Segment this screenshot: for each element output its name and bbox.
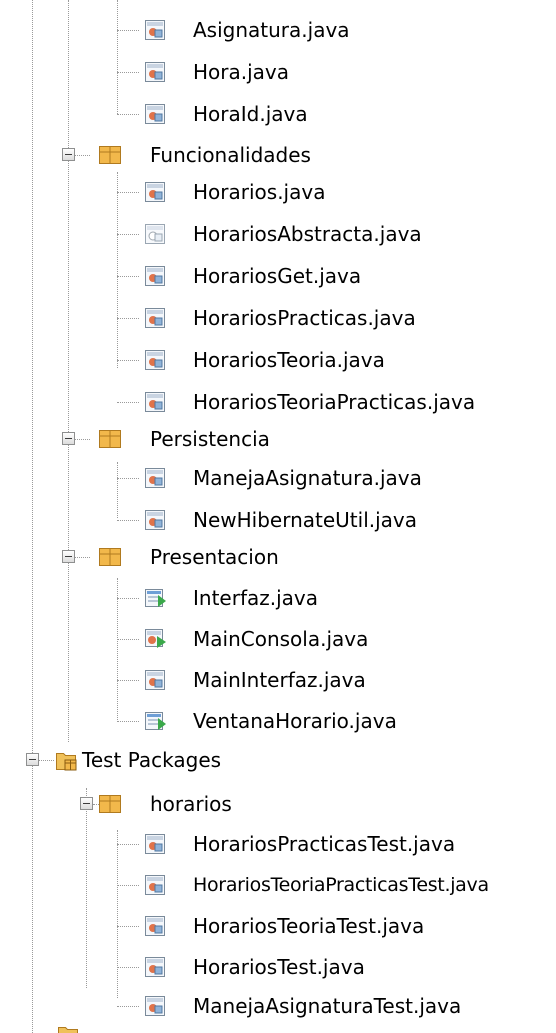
java-main-class-icon: [143, 627, 167, 651]
collapse-toggle[interactable]: [62, 432, 75, 445]
tree-item-label: MainInterfaz.java: [193, 668, 366, 692]
tree-item-label: Persistencia: [150, 427, 270, 451]
java-class-icon: [143, 18, 167, 42]
java-class-icon: [143, 60, 167, 84]
partial-folder-icon: [56, 1024, 80, 1033]
tree-item-label: HorariosTest.java: [193, 955, 365, 979]
test-packages-icon: [54, 748, 78, 772]
tree-item-persistencia[interactable]: Persistencia: [60, 421, 360, 457]
tree-item-label: Funcionalidades: [150, 143, 311, 167]
tree-item-label: ManejaAsignatura.java: [193, 466, 422, 490]
tree-item-horarios-package[interactable]: horarios: [78, 786, 378, 822]
java-class-icon: [143, 102, 167, 126]
tree-item-horarios-practicas-test[interactable]: HorariosPracticasTest.java: [117, 826, 497, 862]
collapse-toggle[interactable]: [62, 550, 75, 563]
tree-item-label: HorariosAbstracta.java: [193, 222, 422, 246]
tree-item-label: HorariosPracticasTest.java: [193, 832, 456, 856]
tree-item-horarios-teoria-test[interactable]: HorariosTeoriaTest.java: [117, 908, 497, 944]
tree-item-label: HorariosTeoriaTest.java: [193, 914, 425, 938]
tree-item-horarios-get[interactable]: HorariosGet.java: [117, 258, 417, 294]
tree-item-label: Horarios.java: [193, 180, 326, 204]
tree-item-maneja-asignatura-test[interactable]: ManejaAsignaturaTest.java: [117, 988, 497, 1024]
tree-item-presentacion[interactable]: Presentacion: [60, 539, 360, 575]
tree-item-horarios-practicas[interactable]: HorariosPracticas.java: [117, 300, 457, 336]
java-class-icon: [143, 832, 167, 856]
java-class-icon: [143, 955, 167, 979]
tree-item-label: NewHibernateUtil.java: [193, 508, 418, 532]
java-class-icon: [143, 994, 167, 1018]
java-form-icon: [143, 586, 167, 610]
java-class-icon: [143, 348, 167, 372]
tree-item-maneja-asignatura[interactable]: ManejaAsignatura.java: [117, 460, 457, 496]
tree-item-label: horarios: [150, 792, 232, 816]
java-class-icon: [143, 466, 167, 490]
java-class-icon: [143, 180, 167, 204]
java-form-icon: [143, 709, 167, 733]
package-icon: [98, 143, 122, 167]
tree-item-horarios-teoria[interactable]: HorariosTeoria.java: [117, 342, 457, 378]
collapse-toggle[interactable]: [26, 753, 39, 766]
tree-item-label: HorariosTeoriaPracticas.java: [193, 390, 476, 414]
project-tree: Asignatura.java Hora.java HoraId.java Fu…: [0, 0, 556, 1033]
java-abstract-class-icon: [143, 222, 167, 246]
tree-item-horarios-java[interactable]: Horarios.java: [117, 174, 417, 210]
tree-item-label: MainConsola.java: [193, 627, 369, 651]
tree-guide-line: [32, 0, 33, 1033]
tree-item-new-hibernate-util[interactable]: NewHibernateUtil.java: [117, 502, 457, 538]
java-class-icon: [143, 508, 167, 532]
tree-item-label: Test Packages: [82, 748, 222, 772]
tree-item-horarios-teoria-practicas-test[interactable]: HorariosTeoriaPracticasTest.java: [117, 867, 556, 903]
tree-item-horarios-test[interactable]: HorariosTest.java: [117, 949, 497, 985]
java-class-icon: [143, 668, 167, 692]
tree-item-main-consola[interactable]: MainConsola.java: [117, 621, 417, 657]
tree-guide-line: [68, 0, 69, 742]
java-class-icon: [143, 390, 167, 414]
tree-item-test-packages[interactable]: Test Packages: [24, 742, 324, 778]
java-class-icon: [143, 873, 167, 897]
java-class-icon: [143, 264, 167, 288]
tree-guide-line: [32, 1018, 33, 1033]
tree-item-label: Presentacion: [150, 545, 279, 569]
tree-item-horarios-abstracta[interactable]: HorariosAbstracta.java: [117, 216, 457, 252]
tree-item-main-interfaz[interactable]: MainInterfaz.java: [117, 662, 417, 698]
tree-item-ventana-horario[interactable]: VentanaHorario.java: [117, 703, 457, 739]
java-class-icon: [143, 306, 167, 330]
tree-item-label: HorariosPracticas.java: [193, 306, 416, 330]
tree-item-horarios-teoria-practicas[interactable]: HorariosTeoriaPracticas.java: [117, 384, 517, 420]
tree-item-funcionalidades[interactable]: Funcionalidades: [60, 137, 360, 173]
package-icon: [98, 792, 122, 816]
package-icon: [98, 427, 122, 451]
tree-item-asignatura[interactable]: Asignatura.java: [117, 12, 417, 48]
tree-item-label: HoraId.java: [193, 102, 308, 126]
collapse-toggle[interactable]: [62, 148, 75, 161]
tree-item-label: Asignatura.java: [193, 18, 350, 42]
tree-item-label: Hora.java: [193, 60, 290, 84]
package-icon: [98, 545, 122, 569]
tree-item-hora[interactable]: Hora.java: [117, 54, 417, 90]
tree-item-interfaz[interactable]: Interfaz.java: [117, 580, 417, 616]
collapse-toggle[interactable]: [80, 797, 93, 810]
tree-item-label: Interfaz.java: [193, 586, 318, 610]
tree-item-label: HorariosGet.java: [193, 264, 362, 288]
tree-item-label: VentanaHorario.java: [193, 709, 397, 733]
java-class-icon: [143, 914, 167, 938]
tree-item-label: HorariosTeoria.java: [193, 348, 385, 372]
tree-item-label: HorariosTeoriaPracticasTest.java: [193, 874, 489, 896]
tree-item-horaid[interactable]: HoraId.java: [117, 96, 417, 132]
tree-item-label: ManejaAsignaturaTest.java: [193, 994, 462, 1018]
